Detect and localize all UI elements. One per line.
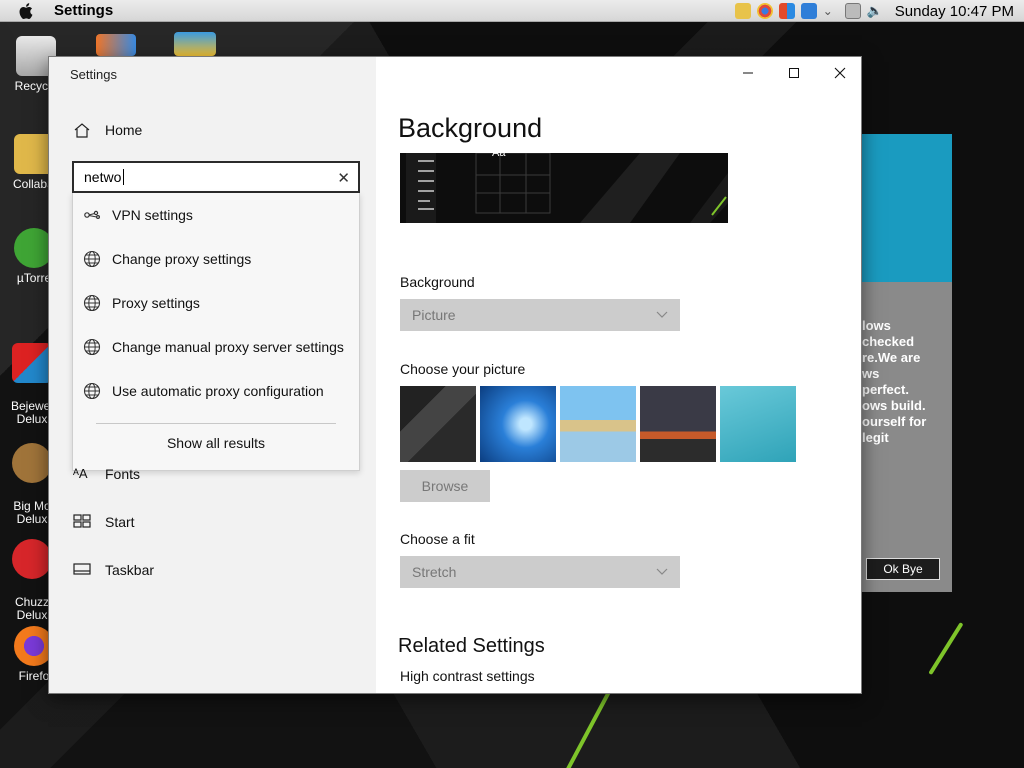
chuzzle-icon bbox=[12, 539, 52, 579]
close-icon[interactable]: ✕ bbox=[337, 169, 350, 187]
choose-fit-label: Choose a fit bbox=[400, 531, 475, 547]
desktop-icon-browser-partial[interactable] bbox=[96, 34, 136, 56]
background-label: Background bbox=[400, 274, 475, 290]
browse-button[interactable]: Browse bbox=[400, 470, 490, 502]
search-input-value: netwo bbox=[84, 169, 122, 185]
preview-sample-text: Aa bbox=[492, 153, 506, 159]
globe-icon bbox=[83, 382, 101, 400]
nav-home[interactable]: Home bbox=[73, 122, 142, 138]
apple-icon[interactable] bbox=[18, 2, 38, 20]
desktop-icon-label: Big Mo Delux bbox=[13, 499, 51, 526]
suggestion-change-proxy-settings[interactable]: Change proxy settings bbox=[73, 237, 359, 281]
suggestion-label: Change proxy settings bbox=[112, 251, 252, 267]
choose-picture-label: Choose your picture bbox=[400, 361, 526, 377]
suggestion-label: Proxy settings bbox=[112, 295, 200, 311]
menu-clock[interactable]: Sunday 10:47 PM bbox=[895, 3, 1014, 20]
settings-window: Settings Home netwo ✕ VPN settings Chang… bbox=[48, 56, 862, 694]
maximize-button[interactable] bbox=[771, 57, 817, 89]
menu-bar: Settings ⌄ 🔈 Sunday 10:47 PM bbox=[0, 0, 1024, 22]
show-all-results-link[interactable]: Show all results bbox=[73, 435, 359, 451]
settings-main: Background Aa Background Picture Choose … bbox=[376, 57, 861, 693]
desktop-icon-label: Chuzz Delux bbox=[14, 595, 49, 622]
desktop-icon-label: Firefo bbox=[18, 669, 50, 683]
settings-sidebar: Settings Home netwo ✕ VPN settings Chang… bbox=[49, 57, 376, 693]
nav-home-label: Home bbox=[105, 122, 143, 138]
picture-thumb-3[interactable] bbox=[560, 386, 636, 462]
gear-icon[interactable] bbox=[800, 3, 817, 19]
wallpaper-streak bbox=[928, 622, 964, 676]
suggestion-label: VPN settings bbox=[112, 207, 193, 223]
vpn-icon bbox=[83, 206, 101, 224]
picture-thumb-5[interactable] bbox=[720, 386, 796, 462]
menu-app-name[interactable]: Settings bbox=[54, 2, 113, 19]
close-button[interactable] bbox=[817, 57, 861, 89]
chevron-down-icon bbox=[656, 564, 668, 576]
bejeweled-icon bbox=[12, 343, 52, 383]
search-input[interactable]: netwo ✕ bbox=[72, 161, 360, 193]
money-bag-icon bbox=[12, 443, 52, 483]
background-type-dropdown[interactable]: Picture bbox=[400, 299, 680, 331]
picture-thumb-2[interactable] bbox=[480, 386, 556, 462]
nav-taskbar-label: Taskbar bbox=[105, 562, 155, 578]
page-title: Background bbox=[398, 113, 543, 143]
globe-icon bbox=[83, 294, 101, 312]
minimize-button[interactable] bbox=[725, 57, 771, 89]
window-controls bbox=[725, 57, 861, 89]
nav-start[interactable]: Start bbox=[73, 514, 135, 530]
finder-icon[interactable] bbox=[734, 3, 751, 19]
office-icon[interactable] bbox=[778, 3, 795, 19]
taskbar-icon bbox=[73, 562, 91, 578]
background-preview: Aa bbox=[400, 153, 728, 223]
picture-thumb-4[interactable] bbox=[640, 386, 716, 462]
nav-start-label: Start bbox=[105, 514, 135, 530]
desktop-icon-label: Bejewel Delux bbox=[10, 399, 54, 426]
background-type-value: Picture bbox=[412, 307, 456, 323]
divider bbox=[96, 423, 336, 424]
menu-tray: ⌄ 🔈 Sunday 10:47 PM bbox=[734, 0, 1024, 22]
text-cursor bbox=[123, 169, 125, 185]
globe-icon bbox=[83, 338, 101, 356]
start-icon bbox=[73, 514, 91, 530]
chrome-icon[interactable] bbox=[756, 3, 773, 19]
popup-message: lows checked re.We are ws perfect. ows b… bbox=[862, 318, 927, 445]
chevron-down-icon[interactable]: ⌄ bbox=[823, 3, 839, 19]
home-icon bbox=[73, 122, 91, 138]
suggestion-label: Use automatic proxy configuration bbox=[112, 383, 324, 399]
fonts-icon: ᴬA bbox=[73, 466, 88, 481]
suggestion-proxy-settings[interactable]: Proxy settings bbox=[73, 281, 359, 325]
nav-fonts[interactable]: ᴬA Fonts bbox=[73, 466, 140, 482]
desktop-icon-label: µTorre bbox=[16, 271, 52, 285]
suggestion-manual-proxy[interactable]: Change manual proxy server settings bbox=[73, 325, 359, 369]
suggestion-automatic-proxy[interactable]: Use automatic proxy configuration bbox=[73, 369, 359, 413]
picture-thumb-1[interactable] bbox=[400, 386, 476, 462]
chevron-down-icon bbox=[656, 307, 668, 319]
volume-icon[interactable]: 🔈 bbox=[867, 3, 883, 19]
nav-taskbar[interactable]: Taskbar bbox=[73, 562, 154, 578]
fit-dropdown[interactable]: Stretch bbox=[400, 556, 680, 588]
nav-fonts-label: Fonts bbox=[105, 466, 141, 482]
suggestion-vpn-settings[interactable]: VPN settings bbox=[73, 193, 359, 237]
popup-banner bbox=[862, 134, 952, 282]
preview-image bbox=[400, 153, 728, 223]
window-title: Settings bbox=[70, 67, 117, 82]
search-suggestions: VPN settings Change proxy settings Proxy… bbox=[72, 193, 360, 471]
related-settings-heading: Related Settings bbox=[398, 635, 545, 657]
background-popup-window: lows checked re.We are ws perfect. ows b… bbox=[862, 134, 952, 592]
high-contrast-settings-link[interactable]: High contrast settings bbox=[400, 668, 535, 684]
desktop-icon-app-partial[interactable] bbox=[174, 32, 216, 56]
suggestion-label: Change manual proxy server settings bbox=[112, 339, 344, 355]
globe-icon bbox=[83, 250, 101, 268]
network-icon[interactable] bbox=[844, 3, 861, 19]
fit-value: Stretch bbox=[412, 564, 457, 580]
ok-bye-button[interactable]: Ok Bye bbox=[866, 558, 940, 580]
